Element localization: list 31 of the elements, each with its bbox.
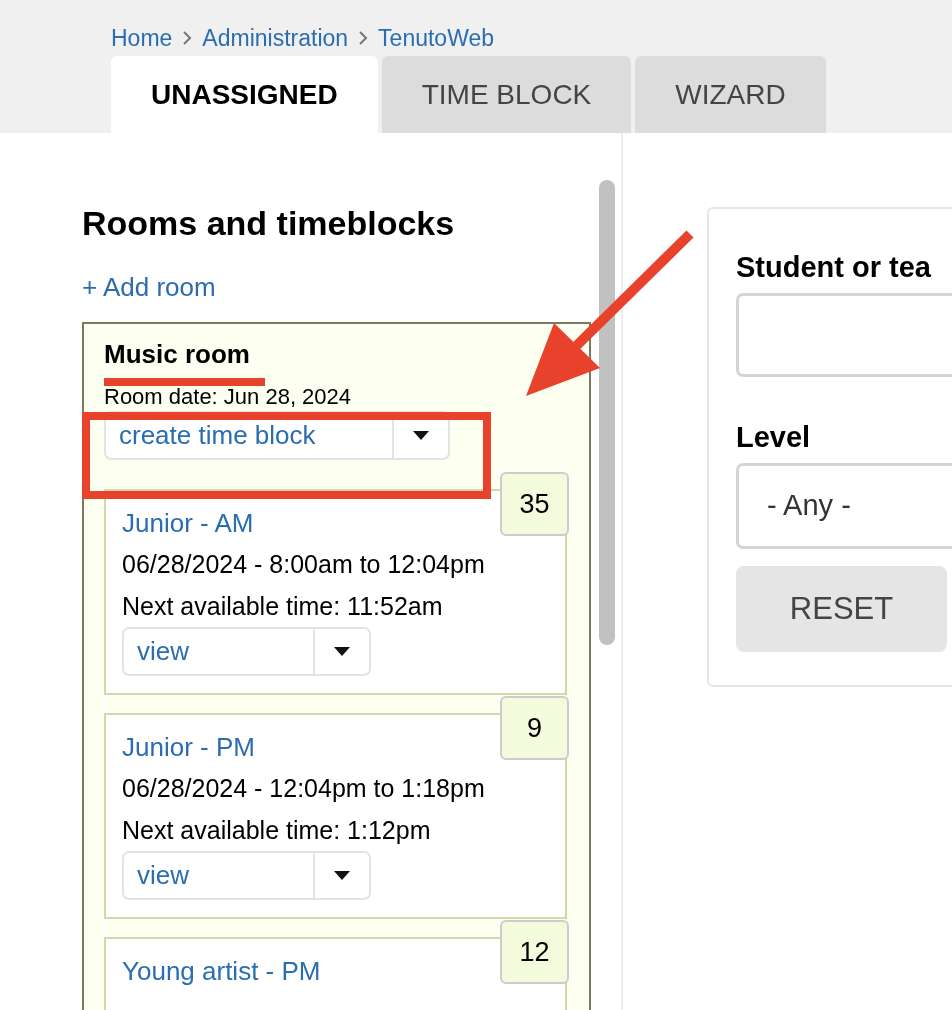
- breadcrumb-link[interactable]: TenutoWeb: [378, 20, 495, 56]
- count-badge: 9: [500, 696, 569, 760]
- room-name: Music room: [104, 338, 250, 371]
- caret-icon: [413, 431, 429, 440]
- level-select[interactable]: - Any -: [736, 463, 952, 549]
- breadcrumb-link[interactable]: Home: [111, 20, 173, 56]
- next-available-time: Next available time: 11:52am: [122, 591, 444, 622]
- chevron-right-icon: [182, 31, 193, 45]
- caret-icon: [334, 871, 350, 880]
- field-label: Student or tea: [736, 250, 932, 285]
- time-block-title[interactable]: Junior - AM: [122, 503, 254, 543]
- breadcrumb-link[interactable]: Administration: [202, 20, 349, 56]
- caret-icon: [334, 647, 350, 656]
- field-label: Level: [736, 420, 812, 455]
- reset-button[interactable]: RESET: [736, 566, 947, 652]
- tab[interactable]: UNASSIGNED: [111, 56, 378, 133]
- time-range: 06/28/2024 - 8:00am to 12:04pm: [122, 549, 486, 580]
- time-range: 06/28/2024 - 12:04pm to 1:18pm: [122, 773, 486, 804]
- time-block-title[interactable]: Young artist - PM: [122, 951, 321, 991]
- next-available-time: Next available time: 1:12pm: [122, 815, 432, 846]
- tab[interactable]: TIME BLOCK: [381, 56, 632, 133]
- tab[interactable]: WIZARD: [635, 56, 826, 133]
- scrollbar-thumb[interactable]: [599, 180, 615, 645]
- search-field[interactable]: [736, 293, 952, 377]
- count-badge: 35: [500, 472, 569, 536]
- time-block-title[interactable]: Junior - PM: [122, 727, 255, 767]
- section-heading: Rooms and timeblocks: [82, 203, 456, 244]
- add-room-link[interactable]: + Add room: [82, 269, 591, 305]
- count-badge: 12: [500, 920, 569, 984]
- room-date: Room date: Jun 28, 2024: [104, 386, 352, 408]
- chevron-right-icon: [358, 31, 369, 45]
